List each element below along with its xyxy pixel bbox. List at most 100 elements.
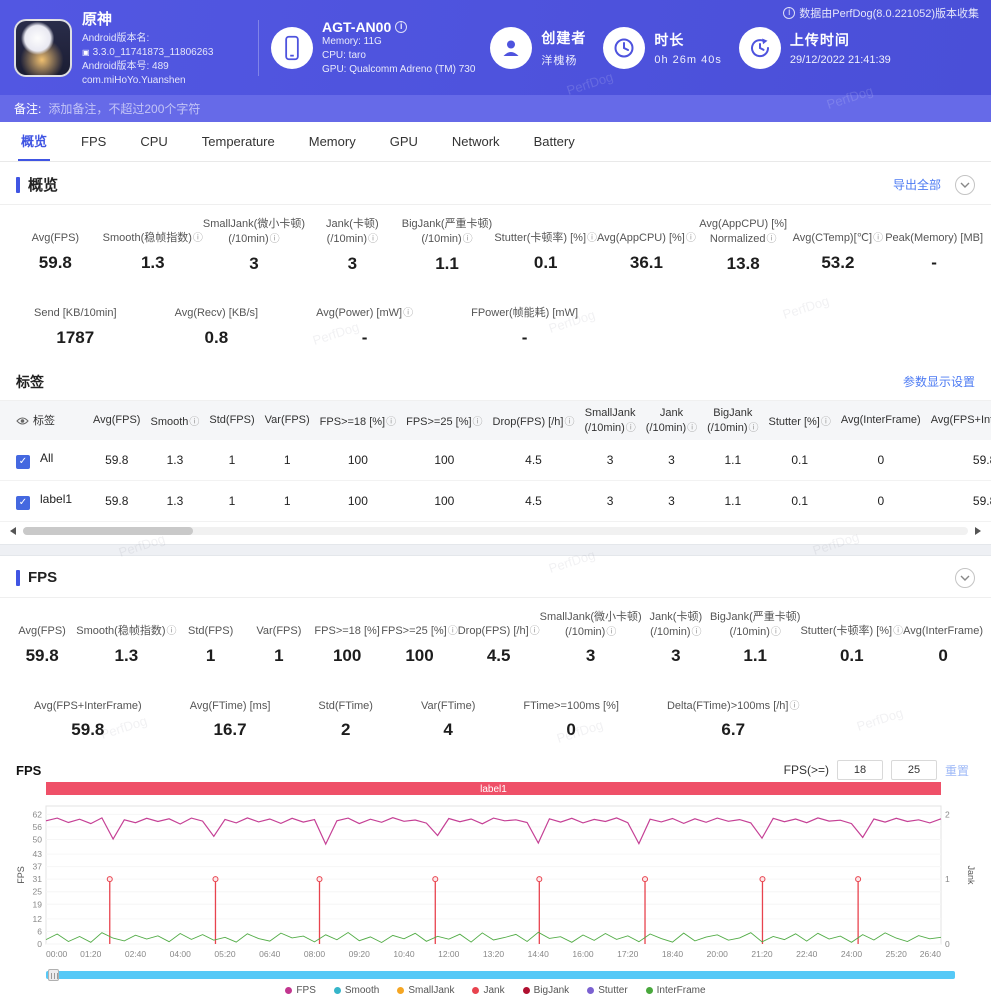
tab-fps[interactable]: FPS [64,122,123,161]
android-icon: ▣ [82,47,90,58]
info-icon[interactable]: ⓘ [873,233,883,244]
svg-text:13:20: 13:20 [483,949,505,959]
table-row-all[interactable]: ✓All59.81.3111001004.5331.10.1059.816.72 [0,440,991,481]
metric-label: Send [KB/10min] [34,292,117,321]
tab-cpu[interactable]: CPU [123,122,184,161]
legend-item-fps[interactable]: FPS [285,985,315,996]
info-icon[interactable]: ⓘ [626,423,636,434]
legend-item-smooth[interactable]: Smooth [334,985,379,996]
svg-text:56: 56 [33,822,43,832]
column-header-avg-interframe: Avg(InterFrame) [836,401,926,440]
metric-label: Avg(FPS) [8,217,103,246]
metric-bigjank-严重卡顿: BigJank(严重卡顿)(/10min)ⓘ1.1 [400,217,495,280]
legend-item-stutter[interactable]: Stutter [587,985,627,996]
info-icon[interactable]: ⓘ [167,626,177,637]
metric-value: 1 [177,646,245,666]
header-divider [258,20,259,76]
info-icon[interactable]: ⓘ [530,626,540,637]
info-icon[interactable]: ⓘ [403,308,413,319]
svg-text:04:00: 04:00 [170,949,192,959]
row-checkbox[interactable]: ✓ [16,455,30,469]
tab-memory[interactable]: Memory [292,122,373,161]
legend-dot [334,987,341,994]
value-cell: 1 [204,440,259,481]
tab-概览[interactable]: 概览 [4,122,64,161]
info-icon[interactable]: ⓘ [463,234,473,245]
info-icon[interactable]: ⓘ [771,627,781,638]
metric-var-fps: Var(FPS)1 [245,610,313,673]
svg-text:06:40: 06:40 [259,949,281,959]
info-icon[interactable]: ⓘ [767,234,777,245]
metric-label: Avg(AppCPU) [%]ⓘ [597,217,696,246]
info-icon[interactable]: ⓘ [270,234,280,245]
app-header: i 数据由PerfDog(8.0.221052)版本收集 原神 Android版… [0,0,991,95]
scroll-left-arrow[interactable] [10,527,16,535]
value-cell: 1.1 [702,480,763,521]
tab-network[interactable]: Network [435,122,517,161]
note-bar[interactable]: 备注: 添加备注，不超过200个字符 [0,95,991,122]
info-icon[interactable]: ⓘ [686,233,696,244]
column-header-stutter: Stutter [%]ⓘ [763,401,835,440]
scrollbar-thumb[interactable] [23,527,193,535]
info-icon[interactable]: ⓘ [587,233,597,244]
metric-ftime-100ms: FTime>=100ms [%]0 [523,684,619,746]
tab-battery[interactable]: Battery [517,122,592,161]
info-icon[interactable]: ⓘ [821,417,831,428]
legend-dot [587,987,594,994]
info-icon[interactable]: ⓘ [692,627,702,638]
legend-item-jank[interactable]: Jank [472,985,504,996]
info-icon[interactable]: ⓘ [687,423,697,434]
info-icon[interactable]: ⓘ [564,417,574,428]
info-icon[interactable]: ⓘ [368,234,378,245]
chart-range-scrollbar[interactable] [46,971,955,979]
info-icon[interactable]: ⓘ [748,423,758,434]
tab-gpu[interactable]: GPU [373,122,435,161]
metric-avg-recv-kb-s: Avg(Recv) [KB/s]0.8 [175,292,259,354]
legend-item-interframe[interactable]: InterFrame [646,985,706,996]
tab-temperature[interactable]: Temperature [185,122,292,161]
collect-info: i 数据由PerfDog(8.0.221052)版本收集 [783,5,979,21]
info-icon[interactable]: ⓘ [193,233,203,244]
table-row-label1[interactable]: ✓label159.81.3111001004.5331.10.1059.816… [0,480,991,521]
row-label: All [40,451,53,465]
info-icon[interactable]: ⓘ [189,417,199,428]
value-cell: 4.5 [488,440,580,481]
scrollbar-track[interactable] [23,527,968,535]
info-icon[interactable]: ⓘ [789,701,799,712]
info-icon[interactable]: ⓘ [386,417,396,428]
info-icon[interactable]: ⓘ [893,626,903,637]
value-cell: 0 [836,480,926,521]
row-label: label1 [40,492,72,506]
legend-item-bigjank[interactable]: BigJank [523,985,570,996]
duration-value: 0h 26m 40s [654,54,721,66]
user-icon [490,27,532,69]
info-icon[interactable]: ⓘ [606,627,616,638]
param-display-settings-link[interactable]: 参数显示设置 [903,373,975,390]
metric-value: 1.1 [710,646,800,666]
svg-text:10:40: 10:40 [393,949,415,959]
legend-dot [523,987,530,994]
column-header-smalljank: SmallJank(/10min)ⓘ [579,401,640,440]
metric-label: FPower(帧能耗) [mW] [471,292,578,321]
device-info-icon[interactable]: i [395,21,407,33]
collapse-overview-button[interactable] [955,175,975,195]
metric-avg-ftime-ms: Avg(FTime) [ms]16.7 [190,684,271,746]
svg-text:09:20: 09:20 [349,949,371,959]
export-all-link[interactable]: 导出全部 [893,176,941,193]
eye-icon[interactable] [16,416,29,426]
fps-chart[interactable]: label106121925313743505662012FPSJank00:0… [0,782,991,969]
value-cell: 3 [579,480,640,521]
metric-value: 59.8 [8,646,76,666]
fps-threshold-input-1[interactable] [837,760,883,780]
info-icon[interactable]: ⓘ [473,417,483,428]
svg-text:24:00: 24:00 [841,949,863,959]
chart-range-handle[interactable] [48,969,59,981]
legend-item-smalljank[interactable]: SmallJank [397,985,454,996]
scroll-right-arrow[interactable] [975,527,981,535]
row-checkbox[interactable]: ✓ [16,496,30,510]
reset-link[interactable]: 重置 [945,762,969,779]
metric-smalljank-微小卡顿: SmallJank(微小卡顿)(/10min)ⓘ3 [203,217,305,280]
info-icon[interactable]: ⓘ [448,626,458,637]
collapse-fps-button[interactable] [955,568,975,588]
fps-threshold-input-2[interactable] [891,760,937,780]
